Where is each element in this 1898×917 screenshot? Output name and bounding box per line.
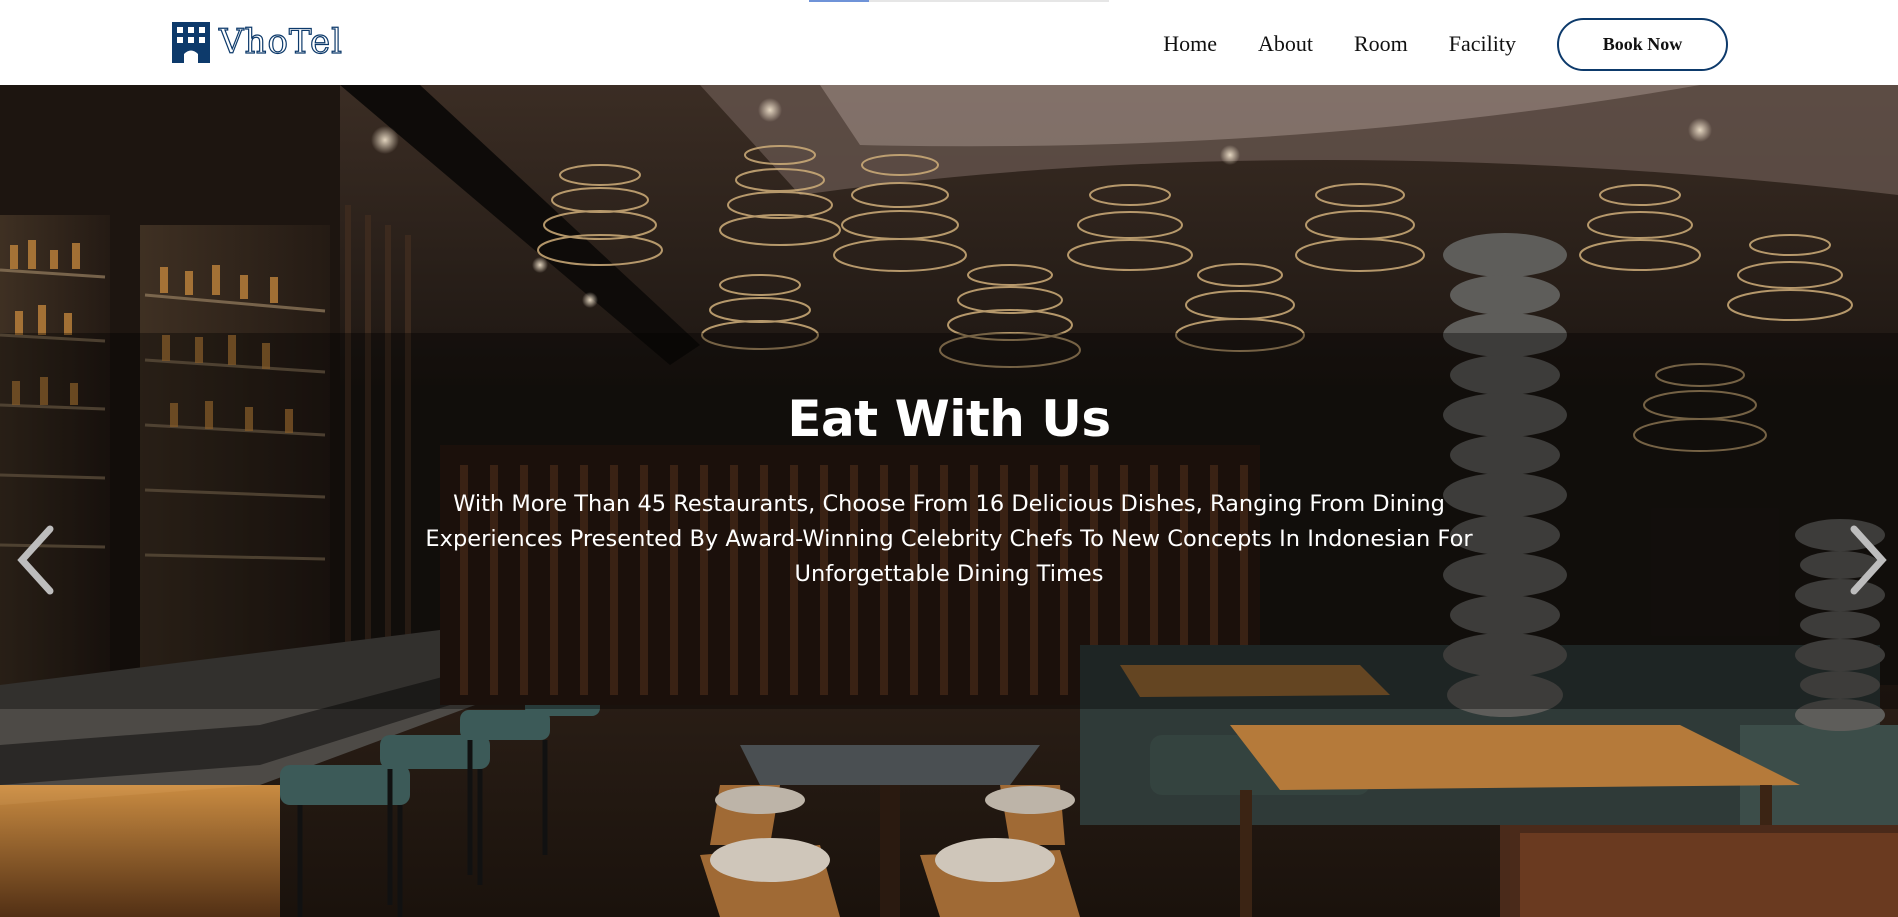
main-nav: Home About Room Facility Book Now [1163, 17, 1728, 71]
brand-name: VhoTel [218, 22, 343, 62]
book-now-button[interactable]: Book Now [1557, 17, 1728, 71]
hotel-building-icon [172, 22, 210, 63]
navbar: VhoTel Home About Room Facility Book Now [0, 0, 1898, 85]
nav-link-room[interactable]: Room [1354, 31, 1408, 57]
carousel-prev-button[interactable] [6, 515, 66, 605]
hero-carousel: Eat With Us With More Than 45 Restaurant… [0, 85, 1898, 917]
chevron-left-icon [17, 525, 54, 595]
chevron-right-icon [1850, 525, 1887, 595]
brand-logo-link[interactable]: VhoTel [171, 20, 343, 64]
page-load-progress-bar [809, 0, 1109, 2]
nav-link-about[interactable]: About [1258, 31, 1313, 57]
nav-link-facility[interactable]: Facility [1449, 31, 1516, 57]
page-load-progress-fill [809, 0, 869, 2]
hero-description: With More Than 45 Restaurants, Choose Fr… [425, 491, 1473, 587]
nav-link-home[interactable]: Home [1163, 31, 1217, 57]
hero-title: Eat With Us [787, 390, 1111, 448]
carousel-next-button[interactable] [1838, 515, 1898, 605]
